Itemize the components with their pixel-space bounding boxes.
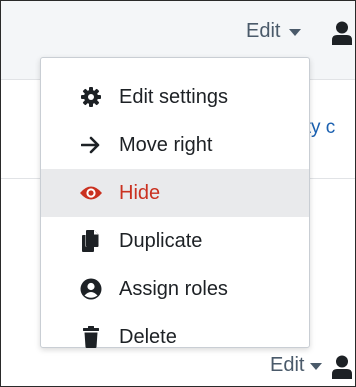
menu-item-edit-settings[interactable]: Edit settings (41, 73, 309, 121)
menu-item-delete[interactable]: Delete (41, 313, 309, 361)
eye-icon (79, 181, 103, 205)
user-circle-icon (79, 277, 103, 301)
menu-item-duplicate[interactable]: Duplicate (41, 217, 309, 265)
screenshot-frame: Edit vity c Edit Edit settings Move righ… (0, 0, 356, 387)
edit-dropdown-menu: Edit settings Move right Hide Duplicate … (40, 57, 310, 348)
menu-item-label: Delete (119, 325, 177, 348)
edit-menu-toggle[interactable]: Edit (246, 20, 302, 43)
user-icon[interactable] (332, 355, 352, 379)
user-icon[interactable] (332, 21, 352, 45)
caret-down-icon (310, 363, 323, 370)
menu-item-label: Move right (119, 133, 213, 156)
menu-item-label: Assign roles (119, 277, 228, 300)
menu-item-label: Edit settings (119, 85, 228, 108)
menu-item-label: Hide (119, 181, 161, 204)
gear-icon (79, 85, 103, 109)
caret-down-icon (289, 29, 302, 36)
arrow-right-icon (79, 133, 103, 157)
edit-label: Edit (246, 20, 281, 42)
menu-item-hide[interactable]: Hide (41, 169, 309, 217)
menu-item-assign-roles[interactable]: Assign roles (41, 265, 309, 313)
menu-item-move-right[interactable]: Move right (41, 121, 309, 169)
menu-item-label: Duplicate (119, 229, 203, 252)
copy-icon (79, 229, 103, 253)
trash-icon (79, 325, 103, 349)
